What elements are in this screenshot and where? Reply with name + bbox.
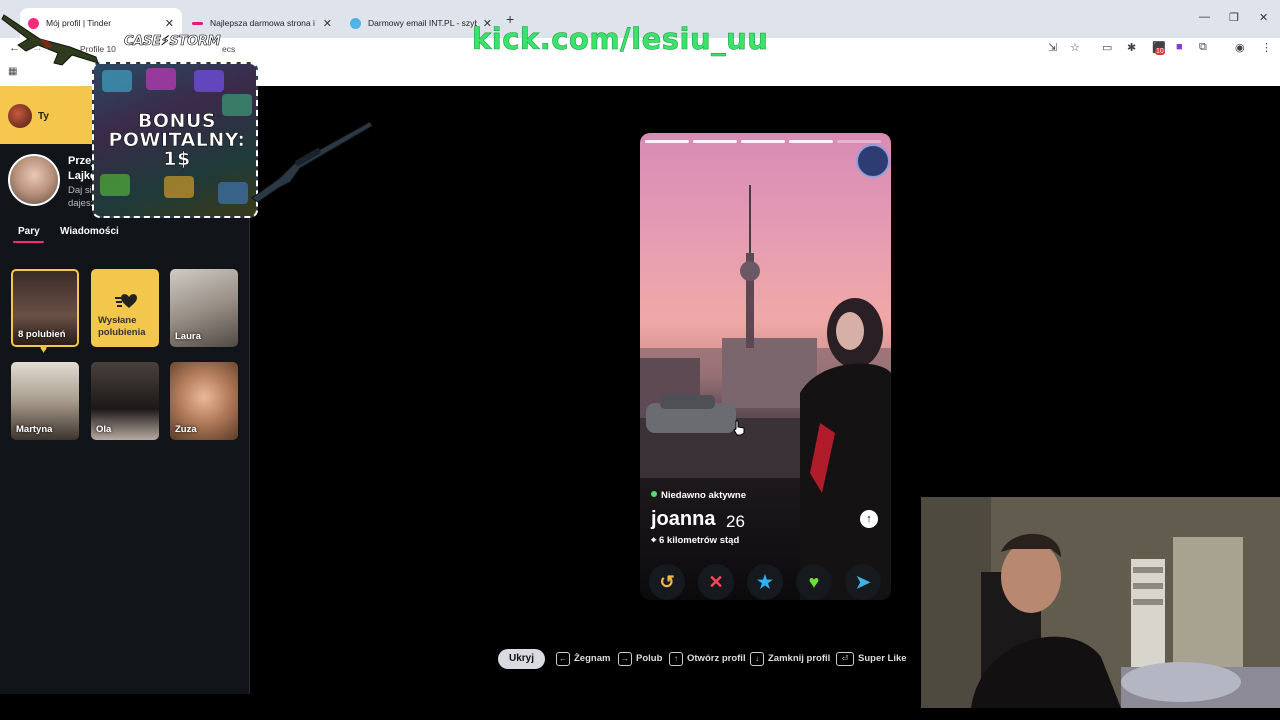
hint-like-label: Polub [636, 653, 663, 664]
match-card-laura[interactable]: Laura [170, 269, 238, 347]
extension-purple-icon[interactable]: ■ [1176, 41, 1183, 53]
site-favicon-icon [192, 21, 203, 25]
online-dot-icon [651, 491, 657, 497]
like-button[interactable]: ♥ [796, 564, 832, 600]
match-card-zuza[interactable]: Zuza [170, 362, 238, 440]
close-tab-icon[interactable]: ✕ [165, 17, 174, 30]
match-name: Zuza [175, 424, 197, 435]
open-profile-button[interactable]: ↑ [860, 510, 878, 528]
photo-progress-segment [837, 140, 881, 143]
photo-progress-segment [645, 140, 689, 143]
hint-close-profile-label: Zamknij profil [768, 653, 831, 664]
case-tile [194, 70, 224, 92]
casestorm-logo: CASE⚡STORM [124, 34, 221, 50]
match-name: Laura [175, 331, 201, 342]
sniper-sticker-icon [251, 121, 373, 203]
enter-key-icon: ⏎ [836, 652, 854, 666]
gold-heart-icon: ♥ [40, 342, 48, 356]
location-pin-icon: ⌖ [651, 535, 659, 546]
active-tab-indicator [13, 241, 44, 243]
match-card-ola[interactable]: Ola [91, 362, 159, 440]
rewind-button[interactable]: ↺ [649, 564, 685, 600]
sent-likes-card[interactable]: Wysłane polubienia [91, 269, 159, 347]
extension-badge-count: 10 [1155, 48, 1165, 55]
photo-progress-segment [789, 140, 833, 143]
likes-card[interactable]: 8 polubień [11, 269, 79, 347]
streamer-webcam [921, 497, 1280, 708]
activity-status: Niedawno aktywne [651, 490, 746, 501]
tab-messages[interactable]: Wiadomości [60, 226, 119, 237]
nope-button[interactable]: ✕ [698, 564, 734, 600]
camera-icon[interactable]: ▭ [1102, 41, 1112, 54]
case-tile [164, 176, 194, 198]
likes-count-label: 8 polubień [18, 329, 66, 340]
hint-super-like-label: Super Like [858, 653, 907, 664]
photo-progress-segment [693, 140, 737, 143]
match-name: Ola [96, 424, 112, 435]
down-key-icon: ↓ [750, 652, 764, 666]
case-tile [146, 68, 176, 90]
profile-age: 26 [726, 512, 745, 531]
boost-button[interactable]: ➤ [845, 564, 881, 600]
bookmark-star-icon[interactable]: ☆ [1070, 41, 1080, 54]
case-tile [102, 70, 132, 92]
match-name: Martyna [16, 424, 53, 435]
case-tile [100, 174, 130, 196]
sent-likes-label: Wysłane polubienia [98, 315, 146, 338]
activity-status-text: Niedawno aktywne [661, 490, 746, 501]
sent-likes-icon [115, 294, 137, 308]
up-key-icon: ↑ [669, 652, 683, 666]
bonus-text: BONUS POWITALNY: 1$ [108, 110, 246, 170]
email-favicon-icon [350, 17, 361, 29]
right-key-icon: → [618, 652, 632, 666]
hide-hints-button[interactable]: Ukryj [498, 649, 545, 669]
sidebar-tabs: Pary Wiadomości [0, 226, 250, 246]
profile-avatar[interactable] [8, 154, 60, 206]
hint-nope-label: Żegnam [574, 653, 611, 664]
close-tab-icon[interactable]: ✕ [323, 17, 332, 30]
webcam-feed [921, 497, 1280, 708]
tab-title: Najlepsza darmowa strona i apli [210, 18, 317, 28]
hand-cursor-icon [733, 420, 745, 436]
install-app-icon[interactable]: ⇲ [1048, 41, 1057, 54]
you-label: Ty [38, 111, 49, 122]
tab-title: Darmowy email INT.PL - szybka [368, 18, 477, 28]
left-key-icon: ← [556, 652, 570, 666]
distance-text: 6 kilometrów stąd [659, 535, 740, 546]
promo-title-line1: Przej [68, 155, 95, 167]
promo-sub-line1: Daj si [68, 185, 92, 196]
maximize-icon[interactable]: ❐ [1229, 11, 1239, 24]
hint-open-profile-label: Otwórz profil [687, 653, 746, 664]
url-fragment[interactable]: ecs [222, 44, 235, 54]
close-window-icon[interactable]: ✕ [1259, 11, 1268, 24]
menu-dots-icon[interactable]: ⋮ [1261, 41, 1272, 54]
match-card-martyna[interactable]: Martyna [11, 362, 79, 440]
profile-distance: ⌖ 6 kilometrów stąd [651, 535, 739, 546]
extensions-icon[interactable]: ⧉ [1199, 41, 1207, 54]
photo-progress-segment [741, 140, 785, 143]
avatar[interactable] [8, 104, 32, 128]
extension-puzzle-icon[interactable]: ✱ [1127, 41, 1136, 54]
stream-channel-overlay: kick.com/lesiu_uu [472, 22, 769, 57]
case-tile [218, 182, 248, 204]
bonus-ad-banner: BONUS POWITALNY: 1$ [92, 62, 258, 218]
minimize-icon[interactable]: — [1199, 11, 1210, 23]
profile-name: joanna [651, 508, 716, 530]
profile-card[interactable]: Niedawno aktywne joanna 26 ⌖ 6 kilometró… [640, 133, 891, 600]
tab-matches[interactable]: Pary [18, 226, 40, 237]
account-icon[interactable]: ◉ [1235, 41, 1245, 54]
super-like-button[interactable]: ★ [747, 564, 783, 600]
